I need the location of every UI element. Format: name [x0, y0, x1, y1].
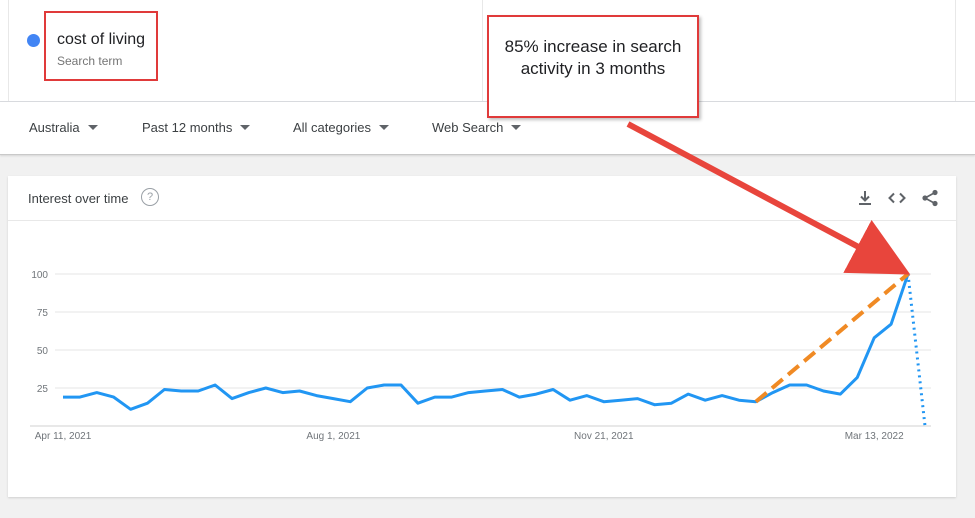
trend-line — [754, 272, 910, 404]
y-tick-label: 25 — [37, 384, 49, 395]
y-tick-label: 100 — [31, 270, 48, 281]
y-tick-label: 50 — [37, 346, 49, 357]
grid-lines — [30, 273, 931, 427]
x-tick-label: Aug 1, 2021 — [306, 431, 360, 442]
x-tick-label: Nov 21, 2021 — [574, 431, 634, 442]
x-axis-ticks: Apr 11, 2021 Aug 1, 2021 Nov 21, 2021 Mar 1… — [35, 431, 904, 442]
annotation-arrow — [626, 121, 911, 275]
y-tick-label: 75 — [37, 308, 49, 319]
annotation-text: 85% increase in search activity in 3 mon… — [504, 37, 682, 78]
y-axis-ticks: 25 50 75 100 — [31, 270, 48, 395]
x-tick-label: Mar 13, 2022 — [845, 431, 904, 442]
annotation-box: 85% increase in search activity in 3 mon… — [487, 15, 699, 118]
series-line — [63, 273, 910, 411]
x-tick-label: Apr 11, 2021 — [35, 431, 92, 442]
